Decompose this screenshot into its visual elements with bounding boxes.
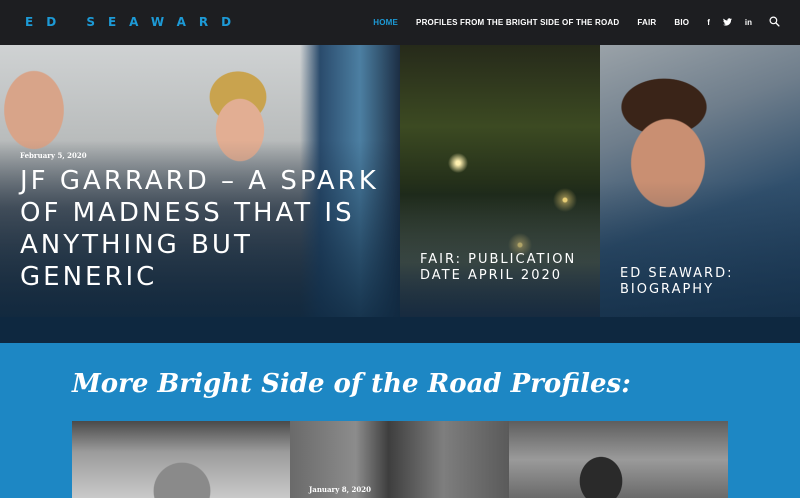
- search-icon[interactable]: [769, 14, 780, 32]
- nav-item-fair[interactable]: FAIR: [637, 18, 656, 27]
- fair-post-title[interactable]: FAIR: PUBLICATION DATE APRIL 2020: [420, 252, 590, 284]
- featured-post-tile[interactable]: February 5, 2020 JF GARRARD – A SPARK OF…: [0, 45, 400, 317]
- linkedin-icon[interactable]: in: [745, 18, 752, 27]
- nav-item-home[interactable]: HOME: [373, 18, 398, 27]
- nav-item-bio[interactable]: BIO: [674, 18, 689, 27]
- main-nav: HOME PROFILES FROM THE BRIGHT SIDE OF TH…: [373, 0, 800, 45]
- twitter-icon[interactable]: [722, 17, 732, 28]
- nav-item-profiles[interactable]: PROFILES FROM THE BRIGHT SIDE OF THE ROA…: [416, 18, 619, 27]
- more-profiles-section: More Bright Side of the Road Profiles: J…: [0, 343, 800, 498]
- bio-post-title[interactable]: ED SEAWARD: BIOGRAPHY: [620, 266, 790, 298]
- post-date: February 5, 2020: [20, 151, 87, 160]
- post-date: January 8, 2020: [309, 485, 371, 494]
- site-logo[interactable]: ED SEAWARD: [25, 15, 244, 29]
- facebook-icon[interactable]: f: [707, 18, 710, 27]
- section-title: More Bright Side of the Road Profiles:: [72, 369, 631, 399]
- site-header: ED SEAWARD HOME PROFILES FROM THE BRIGHT…: [0, 0, 800, 45]
- profile-tile[interactable]: January 8, 2020: [290, 421, 509, 498]
- fair-post-tile[interactable]: FAIR: PUBLICATION DATE APRIL 2020: [400, 45, 600, 317]
- profile-tile[interactable]: [72, 421, 290, 498]
- hero-grid: February 5, 2020 JF GARRARD – A SPARK OF…: [0, 45, 800, 343]
- featured-post-title[interactable]: JF GARRARD – A SPARK OF MADNESS THAT IS …: [20, 165, 390, 293]
- profile-tile[interactable]: [509, 421, 728, 498]
- bio-post-tile[interactable]: ED SEAWARD: BIOGRAPHY: [600, 45, 800, 317]
